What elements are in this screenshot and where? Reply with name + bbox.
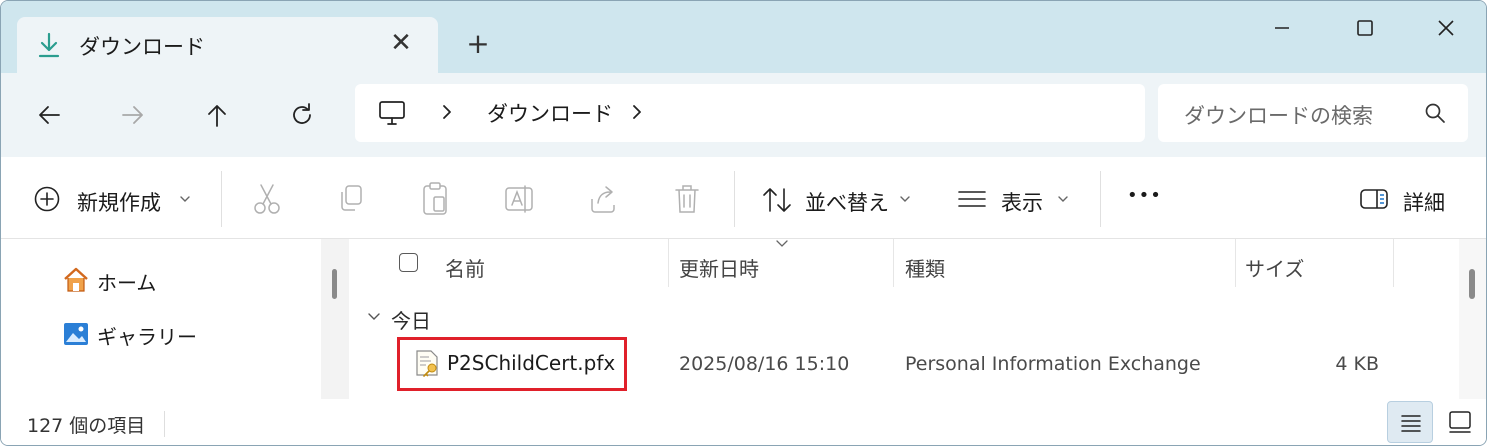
new-label: 新規作成	[77, 191, 161, 215]
file-type: Personal Information Exchange	[905, 353, 1201, 375]
sort-label: 並べ替え	[805, 191, 889, 215]
navigation-pane: ホーム ギャラリー	[1, 239, 349, 399]
close-window-icon[interactable]	[1423, 11, 1469, 45]
column-divider[interactable]	[1235, 239, 1236, 287]
search-box[interactable]: ダウンロードの検索	[1158, 84, 1468, 142]
navigation-bar: ダウンロード ダウンロードの検索	[1, 73, 1486, 157]
new-button[interactable]: 新規作成	[33, 179, 193, 219]
rename-icon[interactable]	[503, 179, 535, 219]
sidebar-scroll-thumb[interactable]	[332, 269, 337, 299]
tiles-view-button[interactable]	[1441, 401, 1481, 443]
tiles-view-icon	[1449, 411, 1471, 433]
tab-downloads[interactable]: ダウンロード ✕	[17, 17, 438, 73]
address-bar[interactable]: ダウンロード	[355, 84, 1145, 142]
refresh-icon[interactable]	[282, 95, 322, 135]
cut-icon[interactable]	[251, 179, 283, 219]
search-icon[interactable]	[1424, 102, 1446, 124]
sidebar-item-label: ホーム	[97, 271, 157, 295]
share-icon[interactable]	[587, 179, 619, 219]
file-size: 4 KB	[1335, 353, 1379, 375]
search-placeholder[interactable]: ダウンロードの検索	[1184, 100, 1373, 130]
file-list: 名前 更新日時 種類 サイズ 今日 P2SChildCert.pfx 2025/…	[353, 239, 1459, 399]
download-icon	[38, 32, 60, 58]
close-tab-icon[interactable]: ✕	[387, 29, 415, 57]
table-row[interactable]: P2SChildCert.pfx 2025/08/16 15:10 Person…	[353, 337, 1459, 393]
select-all-checkbox[interactable]	[399, 253, 418, 272]
column-divider[interactable]	[668, 239, 669, 287]
column-header-type[interactable]: 種類	[905, 253, 945, 282]
more-icon: •••	[1127, 185, 1162, 206]
file-explorer-window: ダウンロード ✕ + ダウンロード ダウンロードの検索 新規作成 並べ替え 表示…	[0, 0, 1487, 446]
file-list-scrollbar[interactable]	[1459, 239, 1486, 399]
group-header-today[interactable]: 今日	[391, 305, 431, 334]
list-view-icon	[958, 191, 986, 207]
paste-icon[interactable]	[419, 179, 451, 219]
breadcrumb-downloads[interactable]: ダウンロード	[487, 98, 613, 128]
column-header-size[interactable]: サイズ	[1245, 253, 1304, 282]
column-header-modified[interactable]: 更新日時	[679, 253, 759, 282]
status-bar: 127 個の項目	[1, 399, 1486, 445]
home-icon	[64, 267, 88, 292]
tab-title: ダウンロード	[79, 35, 205, 59]
chevron-down-icon	[1058, 196, 1068, 202]
certificate-file-icon	[416, 350, 438, 377]
chevron-right-icon[interactable]	[439, 100, 455, 124]
title-bar: ダウンロード ✕ +	[1, 1, 1486, 73]
delete-icon[interactable]	[671, 179, 703, 219]
maximize-icon[interactable]	[1341, 11, 1387, 45]
minimize-icon[interactable]	[1259, 11, 1305, 45]
chevron-right-icon[interactable]	[629, 100, 645, 124]
item-count: 127 個の項目	[27, 415, 146, 437]
column-divider[interactable]	[1393, 239, 1394, 287]
chevron-down-icon	[900, 196, 910, 202]
up-arrow-icon[interactable]	[197, 95, 237, 135]
more-options-button[interactable]: •••	[1125, 179, 1165, 219]
sidebar-item-label: ギャラリー	[97, 325, 197, 349]
sidebar-item-home[interactable]: ホーム	[61, 263, 261, 297]
file-list-scroll-thumb[interactable]	[1469, 269, 1475, 299]
back-arrow-icon[interactable]	[29, 95, 69, 135]
sort-indicator-icon	[776, 240, 788, 247]
sidebar-scrollbar[interactable]	[321, 239, 349, 399]
chevron-down-icon[interactable]	[367, 311, 381, 323]
forward-arrow-icon[interactable]	[113, 95, 153, 135]
status-divider	[164, 411, 165, 437]
plus-circle-icon	[34, 186, 60, 212]
toolbar-divider	[221, 171, 222, 227]
details-view-icon	[1401, 415, 1421, 432]
view-label: 表示	[1001, 191, 1043, 215]
details-pane-button[interactable]: 詳細	[1359, 179, 1455, 219]
file-modified: 2025/08/16 15:10	[679, 353, 850, 375]
column-header-name[interactable]: 名前	[445, 253, 485, 282]
toolbar-divider	[734, 171, 735, 227]
view-button[interactable]: 表示	[957, 179, 1073, 219]
column-divider[interactable]	[893, 239, 894, 287]
computer-icon[interactable]	[377, 98, 407, 128]
sort-icon	[763, 188, 791, 212]
chevron-down-icon	[180, 196, 190, 202]
file-name[interactable]: P2SChildCert.pfx	[447, 351, 615, 375]
command-bar: 新規作成 並べ替え 表示 ••• 詳細	[1, 157, 1486, 239]
toolbar-divider	[1100, 171, 1101, 227]
copy-icon[interactable]	[335, 179, 367, 219]
details-pane-icon	[1360, 189, 1388, 209]
details-view-button[interactable]	[1387, 401, 1433, 443]
sort-button[interactable]: 並べ替え	[759, 179, 915, 219]
gallery-icon	[64, 323, 88, 345]
sidebar-item-gallery[interactable]: ギャラリー	[61, 317, 261, 351]
new-tab-button[interactable]: +	[463, 29, 493, 59]
details-label: 詳細	[1403, 191, 1445, 215]
